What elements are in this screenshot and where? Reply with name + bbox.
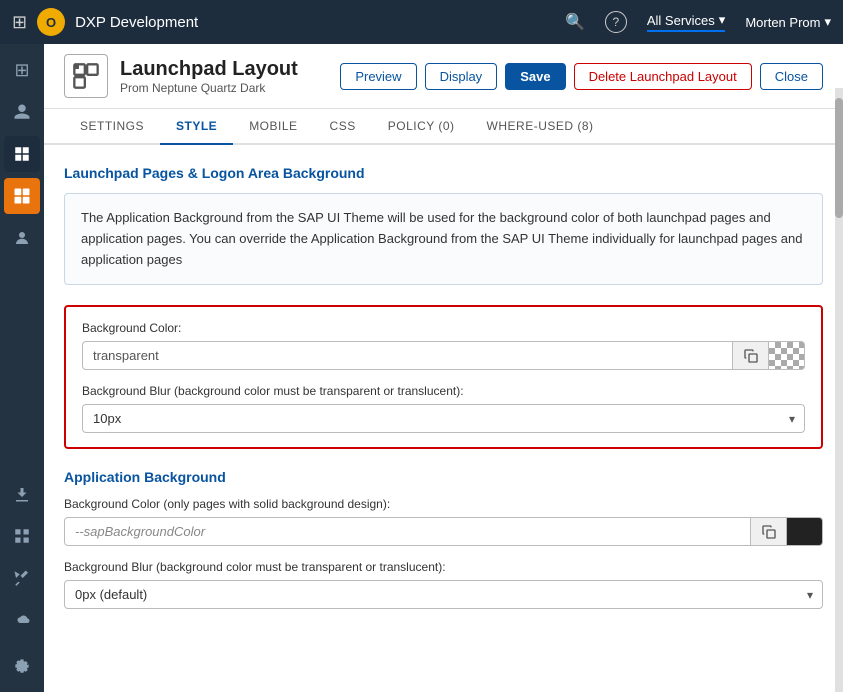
app-bg-blur-select[interactable]: 0px (default) 5px 10px 15px 20px xyxy=(64,580,823,609)
save-button[interactable]: Save xyxy=(505,63,565,90)
app-title: DXP Development xyxy=(75,14,198,31)
background-color-section: Background Color: Background Blur (backg… xyxy=(64,305,823,449)
close-button[interactable]: Close xyxy=(760,63,823,90)
display-button[interactable]: Display xyxy=(425,63,498,90)
header-title-block: Launchpad Layout Prom Neptune Quartz Dar… xyxy=(120,58,328,95)
top-navigation: ⊞ O DXP Development 🔍 ? All Services ▾ M… xyxy=(0,0,843,44)
app-bg-color-field-row xyxy=(64,517,823,546)
scrollbar[interactable] xyxy=(835,88,843,692)
tab-where-used[interactable]: WHERE-USED (8) xyxy=(471,109,610,145)
user-menu-button[interactable]: Morten Prom ▾ xyxy=(745,14,831,30)
bg-blur-select-wrapper: 10px 0px (default) 5px 15px 20px ▾ xyxy=(82,404,805,433)
copy-icon-button[interactable] xyxy=(733,341,769,370)
section1-title: Launchpad Pages & Logon Area Background xyxy=(64,165,823,181)
app-bg-blur-select-wrapper: 0px (default) 5px 10px 15px 20px ▾ xyxy=(64,580,823,609)
delete-button[interactable]: Delete Launchpad Layout xyxy=(574,63,752,90)
tab-policy[interactable]: POLICY (0) xyxy=(372,109,471,145)
bg-blur-select[interactable]: 10px 0px (default) 5px 15px 20px xyxy=(82,404,805,433)
page-title: Launchpad Layout xyxy=(120,58,328,81)
info-text: The Application Background from the SAP … xyxy=(81,210,803,267)
services-chevron-icon: ▾ xyxy=(719,12,726,28)
all-services-button[interactable]: All Services ▾ xyxy=(647,12,725,32)
scrollbar-thumb[interactable] xyxy=(835,98,843,218)
tab-bar: SETTINGS STYLE MOBILE CSS POLICY (0) WHE… xyxy=(44,109,843,145)
content-area: Launchpad Pages & Logon Area Background … xyxy=(44,145,843,692)
search-icon[interactable]: 🔍 xyxy=(565,12,585,32)
sidebar-icon-grid2[interactable] xyxy=(4,518,40,554)
page-subtitle: Prom Neptune Quartz Dark xyxy=(120,81,328,95)
help-icon[interactable]: ? xyxy=(605,11,627,33)
sidebar-icon-user[interactable] xyxy=(4,94,40,130)
sidebar: ⊞ xyxy=(0,44,44,692)
tab-css[interactable]: CSS xyxy=(314,109,372,145)
menu-icon[interactable]: ⊞ xyxy=(12,12,27,33)
tab-settings[interactable]: SETTINGS xyxy=(64,109,160,145)
sidebar-icon-cloud[interactable] xyxy=(4,602,40,638)
app-logo: O xyxy=(37,8,65,36)
preview-button[interactable]: Preview xyxy=(340,63,416,90)
app-color-swatch-icon-button[interactable] xyxy=(787,517,823,546)
app-bg-color-input[interactable] xyxy=(64,517,751,546)
sidebar-icon-layers[interactable] xyxy=(4,136,40,172)
bg-color-field-row xyxy=(82,341,805,370)
sidebar-icon-tools[interactable] xyxy=(4,560,40,596)
sidebar-icon-apps[interactable] xyxy=(4,178,40,214)
tab-mobile[interactable]: MOBILE xyxy=(233,109,313,145)
entity-icon xyxy=(64,54,108,98)
bg-blur-label: Background Blur (background color must b… xyxy=(82,384,805,398)
header-bar: Launchpad Layout Prom Neptune Quartz Dar… xyxy=(44,44,843,109)
section2-title: Application Background xyxy=(64,469,823,485)
color-picker-icon-button[interactable] xyxy=(769,341,805,370)
app-copy-icon-button[interactable] xyxy=(751,517,787,546)
sidebar-icon-settings[interactable] xyxy=(4,648,40,684)
sidebar-icon-download[interactable] xyxy=(4,476,40,512)
info-box: The Application Background from the SAP … xyxy=(64,193,823,285)
bg-color-input[interactable] xyxy=(82,341,733,370)
nav-actions: 🔍 ? All Services ▾ Morten Prom ▾ xyxy=(565,11,831,33)
app-bg-blur-label: Background Blur (background color must b… xyxy=(64,560,823,574)
app-bg-color-label: Background Color (only pages with solid … xyxy=(64,497,823,511)
header-buttons: Preview Display Save Delete Launchpad La… xyxy=(340,63,823,90)
bg-color-label: Background Color: xyxy=(82,321,805,335)
sidebar-icon-grid[interactable]: ⊞ xyxy=(4,52,40,88)
user-chevron-icon: ▾ xyxy=(824,14,831,30)
tab-style[interactable]: STYLE xyxy=(160,109,233,145)
sidebar-icon-person[interactable] xyxy=(4,220,40,256)
